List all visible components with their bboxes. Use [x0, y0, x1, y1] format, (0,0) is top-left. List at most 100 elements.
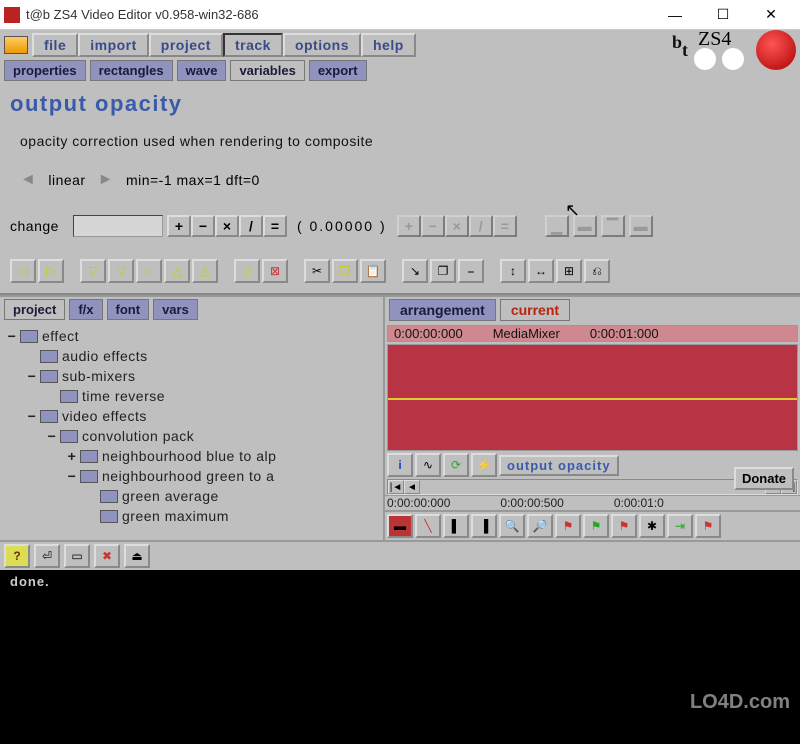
tree-toggle-icon[interactable]: − — [26, 408, 38, 424]
waveform-button[interactable]: ∿ — [415, 453, 441, 477]
loop-button[interactable]: ⟳ — [443, 453, 469, 477]
menu-import[interactable]: import — [78, 33, 149, 57]
split-left-button[interactable]: ▌ — [443, 514, 469, 538]
tree-toggle-icon[interactable]: − — [66, 468, 78, 484]
key-down2-button[interactable]: ▽ — [108, 259, 134, 283]
open-folder-icon[interactable] — [4, 36, 28, 54]
menu-track[interactable]: track — [223, 33, 283, 57]
align-right-button[interactable]: ▔ — [601, 215, 625, 237]
marker-delete-button[interactable]: ⊠ — [262, 259, 288, 283]
menu-project[interactable]: project — [149, 33, 223, 57]
folder-icon — [100, 510, 118, 523]
lower-tab-vars[interactable]: vars — [153, 299, 198, 320]
tab-export[interactable]: export — [309, 60, 367, 81]
cut-timeline-button[interactable]: ╲ — [415, 514, 441, 538]
lower-tab-project[interactable]: project — [4, 299, 65, 320]
op-=-button[interactable]: = — [263, 215, 287, 237]
lower-tab-font[interactable]: font — [107, 299, 150, 320]
op-/-button[interactable]: / — [239, 215, 263, 237]
delete-button[interactable]: ✖ — [94, 544, 120, 568]
extra-tool-button[interactable]: ⎌ — [584, 259, 610, 283]
tree-item[interactable]: −effect — [6, 326, 377, 346]
key-circle-button[interactable]: ○ — [136, 259, 162, 283]
tree-toggle-icon[interactable]: − — [26, 368, 38, 384]
tree-item[interactable]: −video effects — [6, 406, 377, 426]
snap-button[interactable]: ⊞ — [556, 259, 582, 283]
copy-button[interactable]: ❐ — [332, 259, 358, 283]
enter-button[interactable]: ⏎ — [34, 544, 60, 568]
tab-properties[interactable]: properties — [4, 60, 86, 81]
key-down-button[interactable]: ▽ — [80, 259, 106, 283]
op2-−-button[interactable]: − — [421, 215, 445, 237]
help-button[interactable]: ? — [4, 544, 30, 568]
menu-options[interactable]: options — [283, 33, 361, 57]
resize-h-button[interactable]: ↔ — [528, 259, 554, 283]
menu-file[interactable]: file — [32, 33, 78, 57]
op-+-button[interactable]: + — [167, 215, 191, 237]
tab-rectangles[interactable]: rectangles — [90, 60, 173, 81]
next-key-button[interactable]: ▷ — [38, 259, 64, 283]
center-button[interactable]: ✱ — [639, 514, 665, 538]
align-extra-button[interactable]: ▬ — [629, 215, 653, 237]
zoom-out-button[interactable]: 🔎 — [527, 514, 553, 538]
tree-toggle-icon[interactable]: − — [6, 328, 18, 344]
paste-button[interactable]: 📋 — [360, 259, 386, 283]
cut-button[interactable]: ✂ — [304, 259, 330, 283]
op-−-button[interactable]: − — [191, 215, 215, 237]
tree-item[interactable]: −sub-mixers — [6, 366, 377, 386]
tab-wave[interactable]: wave — [177, 60, 227, 81]
key-up2-button[interactable]: △ — [192, 259, 218, 283]
tree-label: time reverse — [82, 388, 165, 404]
tree-item[interactable]: −convolution pack — [6, 426, 377, 446]
lower-tab-fx[interactable]: f/x — [69, 299, 102, 320]
tree-item[interactable]: green maximum — [6, 506, 377, 526]
tree-item[interactable]: −neighbourhood green to a — [6, 466, 377, 486]
tree-item[interactable]: audio effects — [6, 346, 377, 366]
next-mode-icon[interactable]: ► — [98, 171, 114, 189]
op2-+-button[interactable]: + — [397, 215, 421, 237]
scroll-left-icon[interactable]: ◄ — [404, 480, 420, 494]
arr-tab-arrangement[interactable]: arrangement — [389, 299, 496, 321]
interpolation-mode: linear — [48, 172, 85, 188]
zoom-in-button[interactable]: 🔍 — [499, 514, 525, 538]
op-×-button[interactable]: × — [215, 215, 239, 237]
flag-red2-button[interactable]: ⚑ — [611, 514, 637, 538]
info-button[interactable]: i — [387, 453, 413, 477]
change-input[interactable] — [73, 215, 163, 237]
scroll-start-icon[interactable]: |◄ — [388, 480, 404, 494]
minimize-button[interactable]: — — [662, 4, 688, 26]
window-button[interactable]: ▭ — [64, 544, 90, 568]
marker-square-button[interactable]: □ — [234, 259, 260, 283]
prev-key-button[interactable]: ◁ — [10, 259, 36, 283]
eject-button[interactable]: ⏏ — [124, 544, 150, 568]
op2-=-button[interactable]: = — [493, 215, 517, 237]
key-up-button[interactable]: △ — [164, 259, 190, 283]
flag-last-button[interactable]: ⚑ — [695, 514, 721, 538]
tab-variables[interactable]: variables — [230, 60, 304, 81]
op2-×-button[interactable]: × — [445, 215, 469, 237]
maximize-button[interactable]: ☐ — [710, 4, 736, 26]
track-color-button[interactable]: ▬ — [387, 514, 413, 538]
tree-toggle-icon[interactable]: − — [46, 428, 58, 444]
tree-item[interactable]: time reverse — [6, 386, 377, 406]
prev-mode-icon[interactable]: ◄ — [20, 171, 36, 189]
tree-item[interactable]: green average — [6, 486, 377, 506]
close-button[interactable]: ✕ — [758, 4, 784, 26]
output-opacity-label[interactable]: output opacity — [499, 455, 619, 476]
resize-v-button[interactable]: ↕ — [500, 259, 526, 283]
timeline-track[interactable] — [387, 344, 798, 451]
op2-/-button[interactable]: / — [469, 215, 493, 237]
tool-a-button[interactable]: ↘ — [402, 259, 428, 283]
tree-toggle-icon[interactable]: + — [66, 448, 78, 464]
tool-b-button[interactable]: ❐ — [430, 259, 456, 283]
arr-tab-current[interactable]: current — [500, 299, 570, 321]
donate-button[interactable]: Donate — [734, 467, 794, 490]
goto-button[interactable]: ⇥ — [667, 514, 693, 538]
tree-item[interactable]: +neighbourhood blue to alp — [6, 446, 377, 466]
flag-red-button[interactable]: ⚑ — [555, 514, 581, 538]
tool-c-button[interactable]: ⎯ — [458, 259, 484, 283]
flag-green-button[interactable]: ⚑ — [583, 514, 609, 538]
flash-button[interactable]: ⚡ — [471, 453, 497, 477]
menu-help[interactable]: help — [361, 33, 416, 57]
split-right-button[interactable]: ▐ — [471, 514, 497, 538]
